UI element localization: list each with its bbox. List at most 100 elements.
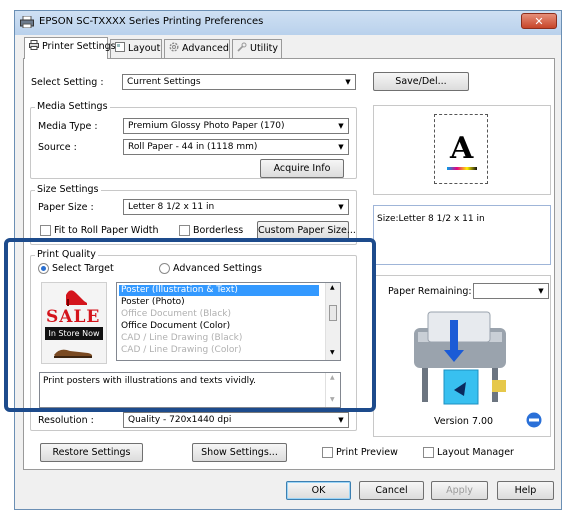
high-heel-icon bbox=[66, 290, 87, 306]
media-settings-group: Media Settings Media Type : Premium Glos… bbox=[30, 101, 357, 179]
list-item[interactable]: Poster (Photo) bbox=[119, 297, 319, 308]
list-item[interactable]: CAD / Line Drawing (Black) bbox=[119, 333, 319, 344]
paper-size-label: Paper Size : bbox=[38, 202, 94, 213]
select-setting-value: Current Settings bbox=[127, 77, 201, 87]
advanced-settings-label: Advanced Settings bbox=[173, 263, 262, 274]
source-value: Roll Paper - 44 in (1118 mm) bbox=[128, 142, 258, 152]
preferences-window: EPSON SC-TXXXX Series Printing Preferenc… bbox=[14, 10, 562, 510]
paper-size-dropdown[interactable]: Letter 8 1/2 x 11 in ▼ bbox=[123, 199, 349, 215]
tab-label: Layout bbox=[128, 43, 161, 54]
close-icon: ✕ bbox=[534, 15, 544, 28]
scroll-down-icon[interactable]: ▼ bbox=[330, 349, 335, 356]
size-settings-group: Size Settings Paper Size : Letter 8 1/2 … bbox=[30, 184, 357, 245]
tab-label: Advanced bbox=[182, 43, 229, 54]
apply-button[interactable]: Apply bbox=[431, 481, 488, 500]
printer-settings-panel: Select Setting : Current Settings ▼ Save… bbox=[23, 58, 555, 470]
title-bar[interactable]: EPSON SC-TXXXX Series Printing Preferenc… bbox=[15, 11, 561, 35]
update-icon[interactable] bbox=[526, 412, 542, 428]
print-preview-label: Print Preview bbox=[336, 447, 398, 458]
restore-settings-button[interactable]: Restore Settings bbox=[40, 443, 143, 462]
target-description: Print posters with illustrations and tex… bbox=[43, 376, 257, 386]
tab-label: Utility bbox=[250, 43, 278, 54]
size-settings-title: Size Settings bbox=[35, 184, 101, 195]
print-quality-title: Print Quality bbox=[35, 249, 98, 260]
paper-remaining-dropdown[interactable]: ▼ bbox=[473, 283, 549, 299]
page-preview: A bbox=[434, 114, 488, 184]
list-item[interactable]: Office Document (Color) bbox=[119, 321, 319, 332]
list-item[interactable]: Office Document (Black) bbox=[119, 309, 319, 320]
paper-size-value: Letter 8 1/2 x 11 in bbox=[128, 202, 215, 212]
list-scrollbar[interactable]: ▲ ▼ bbox=[325, 283, 340, 360]
cancel-button[interactable]: Cancel bbox=[359, 481, 424, 500]
close-button[interactable]: ✕ bbox=[521, 13, 557, 29]
chevron-down-icon: ▼ bbox=[345, 78, 351, 86]
printer-icon bbox=[29, 40, 39, 50]
chevron-down-icon: ▼ bbox=[338, 416, 344, 424]
media-settings-title: Media Settings bbox=[35, 101, 110, 112]
scroll-down-icon[interactable]: ▼ bbox=[330, 396, 335, 403]
instore-banner: In Store Now bbox=[45, 327, 103, 340]
save-del-button[interactable]: Save/Del... bbox=[373, 72, 469, 91]
target-preview-image: SALE In Store Now bbox=[41, 282, 107, 364]
borderless-label: Borderless bbox=[193, 225, 244, 236]
select-setting-label: Select Setting : bbox=[31, 77, 104, 88]
shoe-icon bbox=[54, 349, 93, 358]
chevron-down-icon: ▼ bbox=[338, 203, 344, 211]
tab-advanced[interactable]: Advanced bbox=[164, 39, 230, 58]
scroll-up-icon[interactable]: ▲ bbox=[330, 374, 335, 381]
chevron-down-icon: ▼ bbox=[538, 287, 544, 295]
page-preview-box: A bbox=[373, 105, 551, 195]
version-text: Version 7.00 bbox=[434, 416, 494, 427]
window-title: EPSON SC-TXXXX Series Printing Preferenc… bbox=[39, 16, 264, 27]
printer-illustration bbox=[414, 311, 506, 405]
media-type-label: Media Type : bbox=[38, 121, 98, 132]
tab-label: Printer Settings bbox=[42, 41, 116, 52]
source-label: Source : bbox=[38, 142, 77, 153]
chevron-down-icon: ▼ bbox=[338, 122, 344, 130]
list-item[interactable]: Poster (Illustration & Text) bbox=[119, 285, 319, 296]
printer-app-icon bbox=[20, 16, 34, 28]
tab-layout[interactable]: Layout bbox=[110, 39, 162, 58]
preview-letter: A bbox=[450, 131, 474, 166]
resolution-dropdown[interactable]: Quality - 720x1440 dpi ▼ bbox=[123, 412, 349, 428]
fit-roll-width-label: Fit to Roll Paper Width bbox=[54, 225, 159, 236]
tab-printer-settings[interactable]: Printer Settings bbox=[24, 37, 116, 59]
resolution-value: Quality - 720x1440 dpi bbox=[128, 415, 232, 425]
layout-manager-checkbox[interactable] bbox=[423, 447, 434, 458]
color-bar bbox=[447, 167, 477, 170]
scroll-up-icon[interactable]: ▲ bbox=[330, 284, 335, 291]
target-description-box: Print posters with illustrations and tex… bbox=[39, 372, 341, 408]
acquire-info-button[interactable]: Acquire Info bbox=[260, 159, 344, 178]
source-dropdown[interactable]: Roll Paper - 44 in (1118 mm) ▼ bbox=[123, 139, 349, 155]
media-type-dropdown[interactable]: Premium Glossy Photo Paper (170) ▼ bbox=[123, 118, 349, 134]
resolution-label: Resolution : bbox=[38, 415, 94, 426]
select-setting-dropdown[interactable]: Current Settings ▼ bbox=[122, 74, 356, 90]
description-scrollbar[interactable]: ▲ ▼ bbox=[325, 373, 340, 407]
custom-paper-size-button[interactable]: Custom Paper Size... bbox=[257, 221, 356, 240]
select-target-radio[interactable] bbox=[38, 263, 49, 274]
target-list[interactable]: Poster (Illustration & Text) Poster (Pho… bbox=[116, 282, 341, 361]
fit-roll-width-checkbox[interactable] bbox=[40, 225, 51, 236]
ok-button[interactable]: OK bbox=[286, 481, 351, 500]
gear-icon bbox=[169, 42, 179, 52]
sale-text: SALE bbox=[46, 307, 101, 327]
size-info-text: Size:Letter 8 1/2 x 11 in bbox=[377, 214, 485, 224]
chevron-down-icon: ▼ bbox=[338, 143, 344, 151]
layout-manager-label: Layout Manager bbox=[437, 447, 514, 458]
advanced-settings-radio[interactable] bbox=[159, 263, 170, 274]
help-button[interactable]: Help bbox=[497, 481, 554, 500]
wrench-icon bbox=[237, 42, 247, 52]
borderless-checkbox[interactable] bbox=[179, 225, 190, 236]
printer-status-box: Paper Remaining: ▼ Version 7.00 bbox=[373, 275, 551, 437]
show-settings-button[interactable]: Show Settings... bbox=[192, 443, 287, 462]
tab-utility[interactable]: Utility bbox=[232, 39, 282, 58]
paper-remaining-label: Paper Remaining: bbox=[388, 286, 472, 297]
scroll-thumb[interactable] bbox=[329, 305, 337, 321]
list-item[interactable]: CAD / Line Drawing (Color) bbox=[119, 345, 319, 356]
print-quality-group: Print Quality Select Target Advanced Set… bbox=[30, 249, 357, 431]
layout-icon bbox=[115, 42, 125, 52]
media-type-value: Premium Glossy Photo Paper (170) bbox=[128, 121, 285, 131]
select-target-label: Select Target bbox=[52, 263, 114, 274]
size-info-box: Size:Letter 8 1/2 x 11 in bbox=[373, 205, 551, 265]
print-preview-checkbox[interactable] bbox=[322, 447, 333, 458]
